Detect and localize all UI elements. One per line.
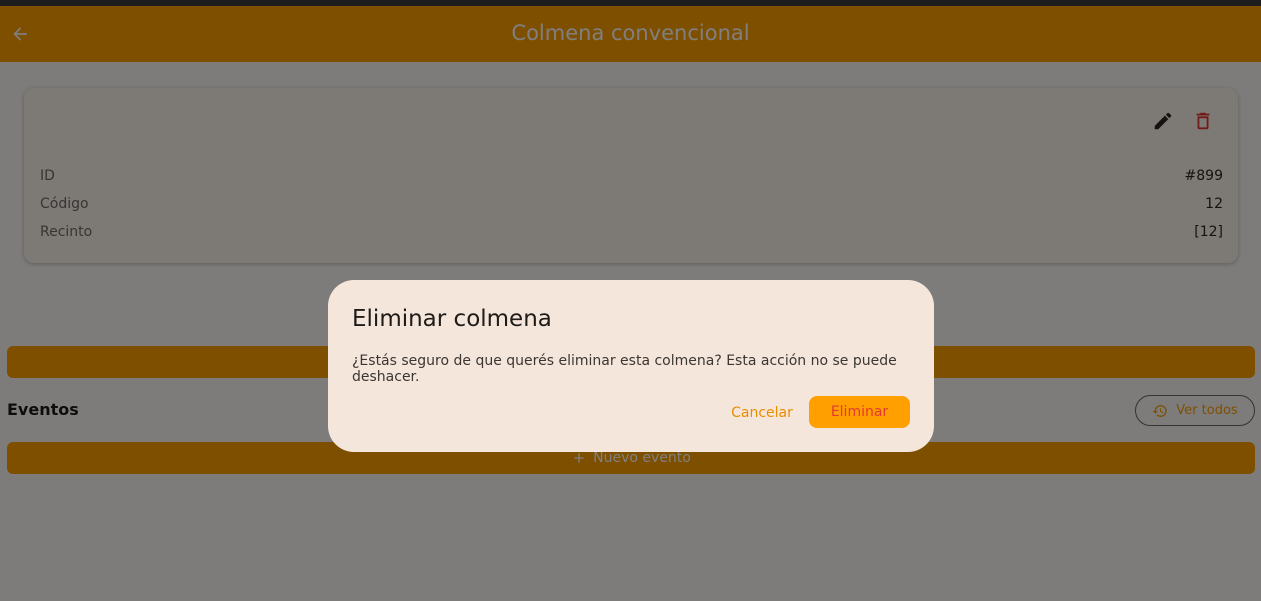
confirm-delete-button[interactable]: Eliminar [809, 396, 910, 428]
cancel-button[interactable]: Cancelar [722, 397, 802, 429]
delete-confirm-dialog: Eliminar colmena ¿Estás seguro de que qu… [328, 280, 934, 452]
dialog-message: ¿Estás seguro de que querés eliminar est… [352, 353, 897, 385]
dialog-title: Eliminar colmena [352, 306, 552, 332]
